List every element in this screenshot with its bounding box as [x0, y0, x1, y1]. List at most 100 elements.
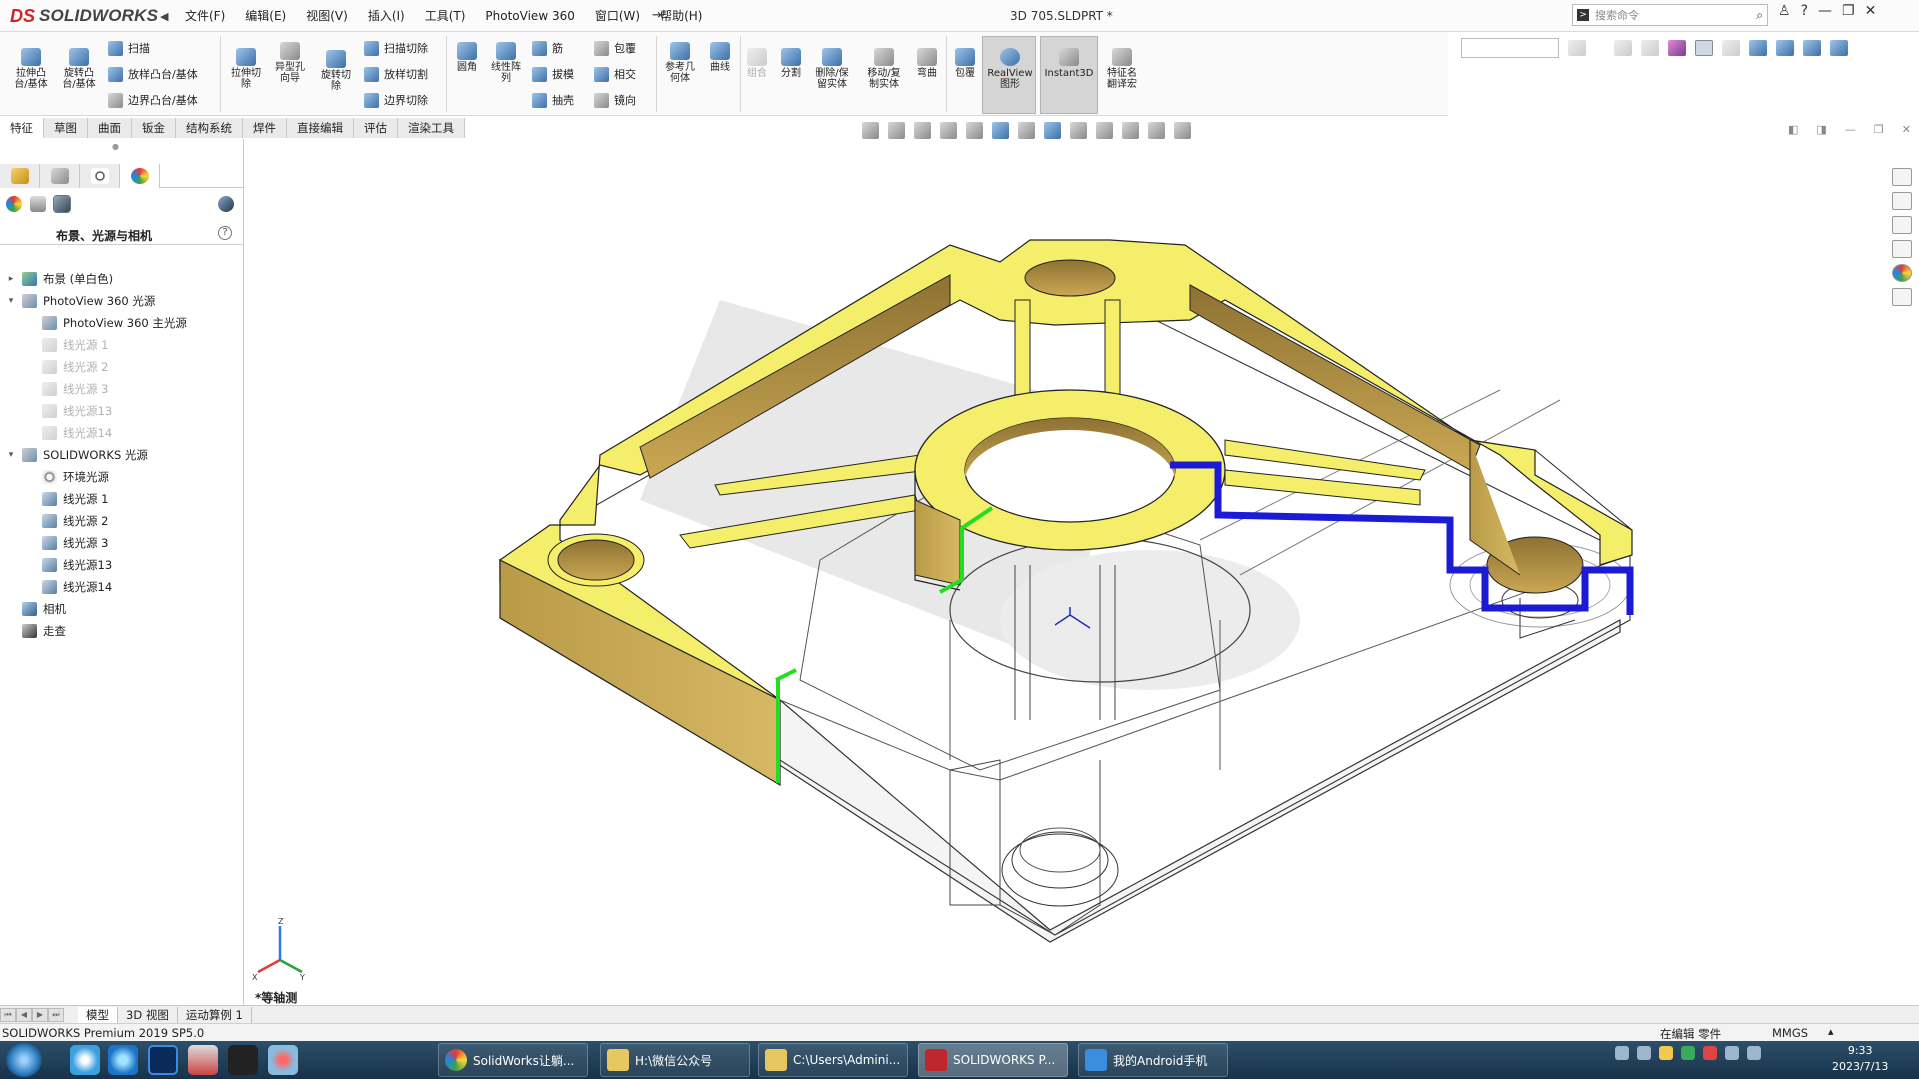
tree-node[interactable]: 走查 — [6, 622, 66, 640]
tab-render-tools[interactable]: 渲染工具 — [398, 118, 465, 138]
revolve-cut-button[interactable]: 旋转切 除 — [316, 50, 356, 92]
search-command-input[interactable]: > 搜索命令 ⌕ — [1572, 4, 1768, 26]
view-settings-icon[interactable] — [1148, 122, 1165, 139]
prev-tab-nav-icon[interactable]: ◀ — [16, 1007, 32, 1022]
first-tab-nav-icon[interactable]: ⏮ — [0, 1007, 16, 1022]
view-orientation-icon[interactable] — [1830, 40, 1848, 56]
restore-icon[interactable]: ❐ — [1842, 3, 1855, 19]
tray-arrow-icon[interactable] — [1637, 1046, 1651, 1060]
realview-button[interactable]: RealView 图形 — [984, 48, 1036, 90]
viewport-restore-icon[interactable]: ❐ — [1874, 123, 1884, 136]
selection-filter-icon[interactable] — [1668, 40, 1686, 56]
volume-icon[interactable] — [1725, 1046, 1739, 1060]
loft-cut-button[interactable]: 放样切割 — [364, 66, 428, 82]
tree-node[interactable]: ▾ SOLIDWORKS 光源 — [6, 446, 148, 464]
clock[interactable]: 9:33 2023/7/13 — [1832, 1043, 1888, 1075]
mirror-button[interactable]: 镜向 — [594, 92, 636, 108]
fillet-button[interactable]: 圆角 — [452, 42, 482, 73]
linear-pattern-button[interactable]: 线性阵 列 — [486, 42, 526, 84]
tab-sheet-metal[interactable]: 钣金 — [132, 118, 176, 138]
menu-photoview[interactable]: PhotoView 360 — [476, 0, 583, 32]
delete-keep-body-button[interactable]: 删除/保 留实体 — [810, 48, 854, 90]
task-users-folder[interactable]: C:\Users\Admini... — [758, 1043, 908, 1077]
tree-node[interactable]: 线光源13 — [26, 402, 112, 420]
select-arrow-icon[interactable] — [1695, 40, 1713, 56]
browser-icon[interactable] — [108, 1045, 138, 1075]
menu-window[interactable]: 窗口(W) — [586, 0, 649, 32]
view-palette-icon[interactable] — [1892, 240, 1912, 258]
menu-collapse-arrow-icon[interactable]: ◀ — [160, 10, 174, 23]
draft-button[interactable]: 拔模 — [532, 66, 574, 82]
next-tab-nav-icon[interactable]: ▶ — [32, 1007, 48, 1022]
appearances-icon[interactable] — [6, 196, 22, 212]
app-tray-icon[interactable] — [1703, 1046, 1717, 1060]
tab-feature-manager[interactable] — [0, 164, 40, 188]
task-android-phone[interactable]: 我的Android手机 — [1078, 1043, 1228, 1077]
tree-expander-icon[interactable]: ▾ — [6, 450, 16, 460]
design-library-icon[interactable] — [1892, 192, 1912, 210]
close-icon[interactable]: ✕ — [1865, 3, 1877, 19]
help-icon[interactable]: ? — [218, 226, 232, 240]
viewport-minimize-icon[interactable]: — — [1845, 123, 1856, 136]
filter-edges-icon[interactable] — [1641, 40, 1659, 56]
reference-geometry-button[interactable]: 参考几 何体 — [660, 42, 700, 84]
flex-button[interactable]: 弯曲 — [912, 48, 942, 79]
cloud-app-icon[interactable] — [70, 1045, 100, 1075]
scene-lights-cameras-icon[interactable] — [53, 195, 71, 213]
tab-direct-editing[interactable]: 直接编辑 — [287, 118, 354, 138]
viewport-prev-icon[interactable]: ◧ — [1788, 123, 1798, 136]
task-solidworks-article[interactable]: SolidWorks让躺... — [438, 1043, 588, 1077]
sweep-button[interactable]: 扫描 — [108, 40, 150, 56]
tab-weldments[interactable]: 焊件 — [243, 118, 287, 138]
previous-view-icon[interactable] — [914, 122, 931, 139]
appearances-scenes-icon[interactable] — [1892, 264, 1912, 282]
loft-boss-button[interactable]: 放样凸台/基体 — [108, 66, 198, 82]
smart-dimension-icon[interactable] — [1749, 40, 1767, 56]
tab-evaluate[interactable]: 评估 — [354, 118, 398, 138]
shell-button[interactable]: 抽壳 — [532, 92, 574, 108]
display-options-icon[interactable] — [218, 196, 234, 212]
decals-icon[interactable] — [30, 196, 46, 212]
tab-3d-views[interactable]: 3D 视图 — [118, 1006, 178, 1023]
tree-node[interactable]: 线光源 2 — [26, 358, 108, 376]
tab-motion-study[interactable]: 运动算例 1 — [178, 1006, 252, 1023]
unit-system[interactable]: MMGS — [1772, 1026, 1808, 1040]
move-copy-body-button[interactable]: 移动/复 制实体 — [862, 48, 906, 90]
pin-menu-icon[interactable]: ⇥ — [652, 8, 663, 23]
split-button[interactable]: 分割 — [776, 48, 806, 79]
tree-expander-icon[interactable]: ▾ — [6, 296, 16, 306]
unit-system-dropdown-icon[interactable]: ▴ — [1828, 1025, 1834, 1038]
recorder-icon[interactable] — [188, 1045, 218, 1075]
tree-node[interactable]: 相机 — [6, 600, 66, 618]
minimize-icon[interactable]: — — [1818, 3, 1832, 19]
edit-appearance-icon[interactable] — [1096, 122, 1113, 139]
solidworks-resources-icon[interactable] — [1892, 168, 1912, 186]
select-other-icon[interactable] — [1722, 40, 1740, 56]
monitor-icon[interactable] — [1174, 122, 1191, 139]
config-combo[interactable] — [1461, 38, 1559, 58]
tab-model[interactable]: 模型 — [78, 1006, 118, 1023]
filter-icon[interactable] — [1614, 40, 1632, 56]
solidworks-logo[interactable]: DS SOLIDWORKS — [10, 3, 158, 29]
keyboard-icon[interactable] — [1615, 1046, 1629, 1060]
hide-show-items-icon[interactable] — [1070, 122, 1087, 139]
start-button[interactable] — [6, 1043, 42, 1077]
view-orientation-icon[interactable] — [992, 122, 1009, 139]
custom-properties-icon[interactable] — [1892, 288, 1912, 306]
wrap-button[interactable]: 包覆 — [594, 40, 636, 56]
tab-structure-system[interactable]: 结构系统 — [176, 118, 243, 138]
intersect-button[interactable]: 相交 — [594, 66, 636, 82]
tree-node[interactable]: 线光源 1 — [26, 336, 108, 354]
tree-node[interactable]: 线光源13 — [26, 556, 112, 574]
user-icon[interactable]: ♙ — [1778, 3, 1791, 19]
menu-edit[interactable]: 编辑(E) — [236, 0, 295, 32]
network-icon[interactable] — [1747, 1046, 1761, 1060]
section-view-icon[interactable] — [940, 122, 957, 139]
ev-recorder-icon[interactable] — [228, 1045, 258, 1075]
display-style-icon[interactable] — [1803, 40, 1821, 56]
viewport-next-icon[interactable]: ◨ — [1816, 123, 1826, 136]
shaded-with-edges-icon[interactable] — [1044, 122, 1061, 139]
tree-node[interactable]: PhotoView 360 主光源 — [26, 314, 187, 332]
viewport-close-icon[interactable]: ✕ — [1902, 123, 1911, 136]
file-explorer-icon[interactable] — [1892, 216, 1912, 234]
